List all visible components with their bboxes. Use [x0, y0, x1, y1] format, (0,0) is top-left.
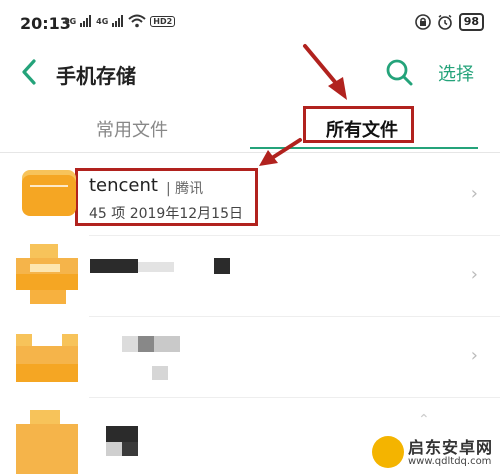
- watermark-url: www.qdltdq.com: [408, 456, 492, 467]
- item-tag: | 腾讯: [166, 181, 204, 197]
- partial-chevron-icon: ⌃: [418, 412, 430, 428]
- watermark: 启东安卓网 www.qdltdq.com: [370, 432, 500, 474]
- chevron-right-icon-3: ›: [470, 345, 478, 366]
- watermark-text: 启东安卓网: [408, 438, 494, 457]
- watermark-logo-icon: [372, 436, 404, 468]
- folder-icon: [22, 170, 76, 216]
- chevron-right-icon: ›: [470, 183, 478, 204]
- chevron-right-icon-2: ›: [470, 264, 478, 285]
- item-meta: 45 项 2019年12月15日: [89, 206, 243, 222]
- item-name: tencent: [89, 175, 158, 196]
